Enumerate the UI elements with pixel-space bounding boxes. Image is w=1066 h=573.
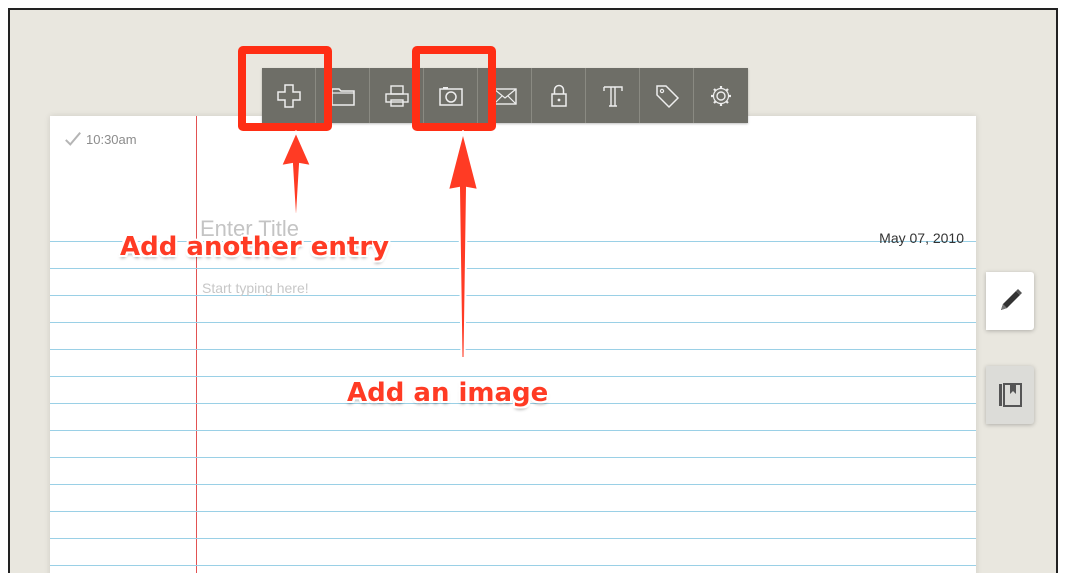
entry-date: May 07, 2010 (879, 230, 964, 246)
ruled-line (50, 376, 976, 377)
app-window: 10:30am Enter Title May 07, 2010 Start t… (8, 8, 1058, 573)
journal-page[interactable]: 10:30am Enter Title May 07, 2010 Start t… (50, 116, 976, 573)
entry-time: 10:30am (64, 130, 137, 148)
ruled-line (50, 565, 976, 566)
add-image-highlight (412, 46, 496, 131)
text-format-button[interactable] (586, 68, 640, 123)
add-entry-callout: Add another entry (120, 232, 390, 262)
gear-icon (711, 85, 731, 106)
add-entry-highlight (238, 46, 332, 131)
tag-icon (655, 84, 679, 108)
lock-icon (550, 84, 567, 107)
browse-tab[interactable] (986, 366, 1034, 424)
add-entry-arrow (279, 130, 313, 215)
checkmark-icon (65, 132, 81, 146)
entry-time-label: 10:30am (86, 131, 137, 147)
ruled-line (50, 349, 976, 350)
ruled-line (50, 511, 976, 512)
lock-button[interactable] (532, 68, 586, 123)
settings-button[interactable] (694, 68, 748, 123)
folder-icon (330, 87, 355, 106)
tag-button[interactable] (640, 68, 694, 123)
ruled-line (50, 430, 976, 431)
text-icon (602, 85, 623, 107)
entry-body-input[interactable]: Start typing here! (202, 280, 309, 296)
add-image-callout: Add an image (347, 378, 549, 408)
toolbar (262, 68, 748, 123)
ruled-line (50, 295, 976, 296)
ruled-line (50, 538, 976, 539)
ruled-line (50, 484, 976, 485)
ruled-line (50, 457, 976, 458)
bookmark-icon (999, 383, 1022, 407)
printer-icon (384, 84, 409, 107)
write-tab[interactable] (986, 272, 1034, 330)
ruled-line (50, 268, 976, 269)
ruled-line (50, 322, 976, 323)
pencil-icon (1001, 289, 1022, 310)
add-image-arrow (446, 130, 480, 359)
margin-line (196, 116, 197, 573)
